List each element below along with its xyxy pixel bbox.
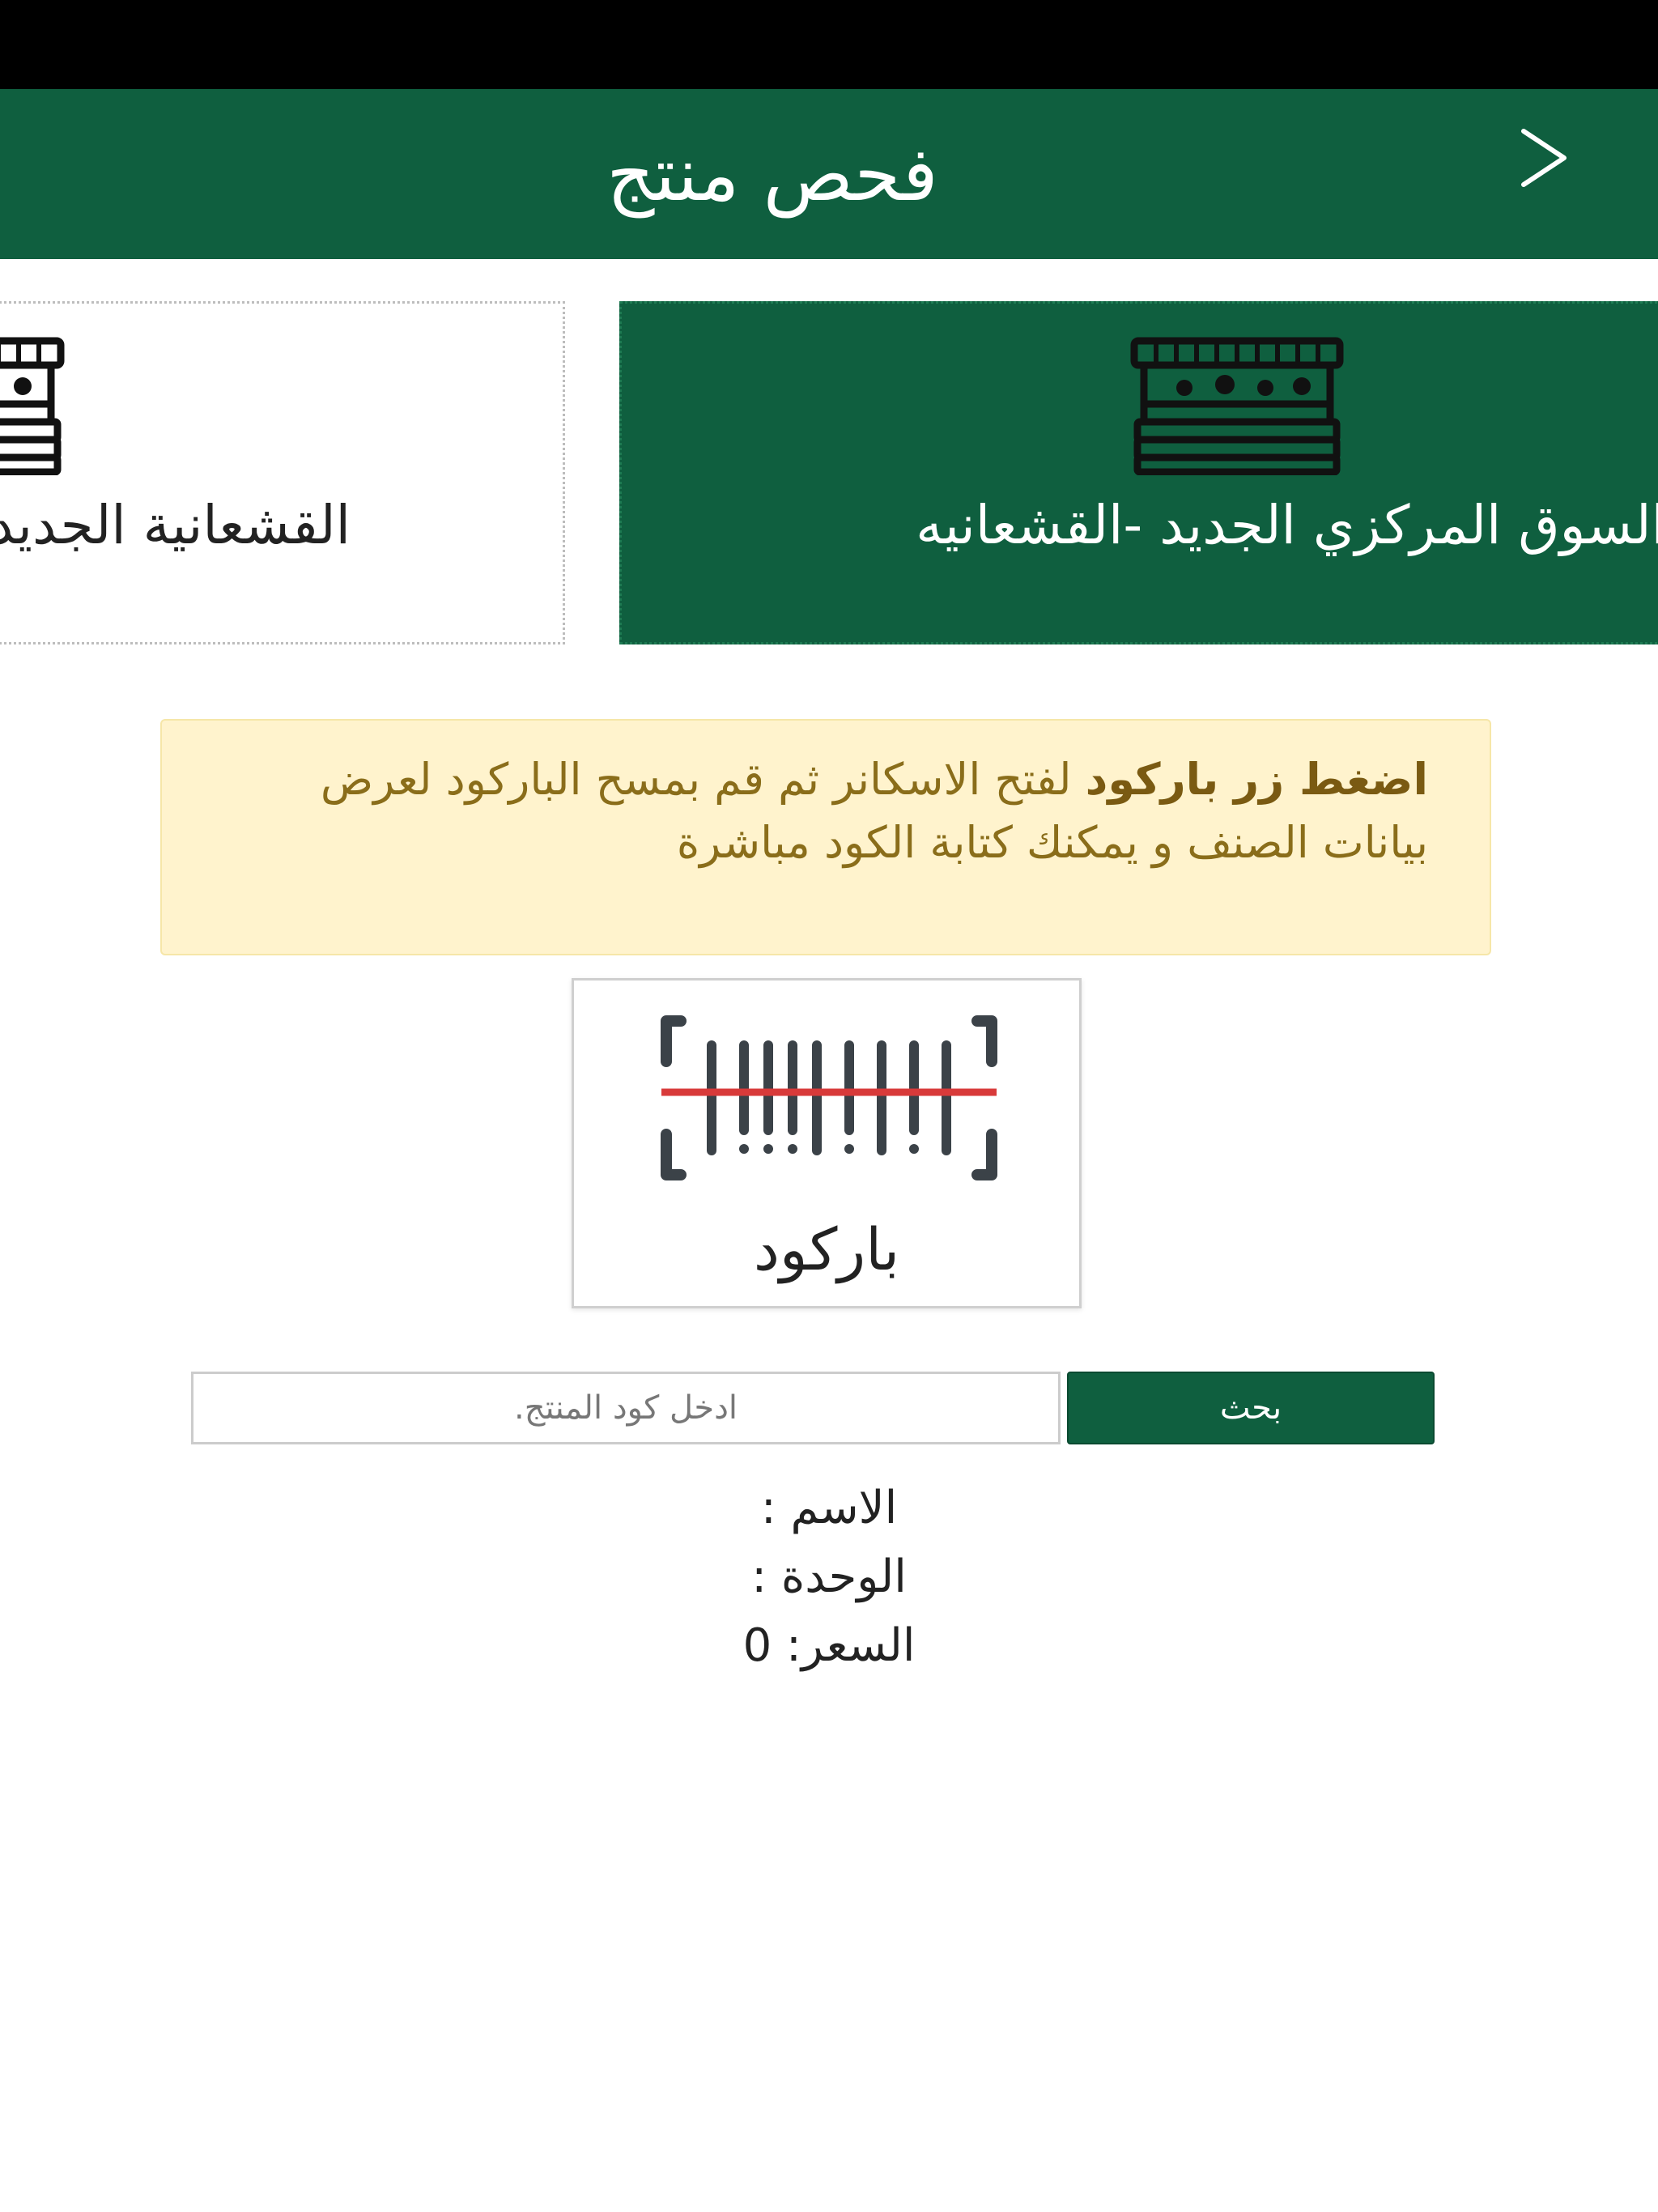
back-chevron-icon[interactable]: [1514, 121, 1579, 194]
page-title: فحص منتج: [606, 130, 938, 218]
barcode-scan-icon: [661, 1015, 997, 1180]
market-name: السوق المركزي الجديد -القشعانيه: [916, 494, 1658, 556]
result-unit: الوحدة :: [751, 1551, 907, 1603]
market-stall-icon: [0, 337, 65, 475]
market-stall-icon: [1130, 337, 1344, 475]
status-bar: [0, 0, 1658, 89]
search-row: بحث: [191, 1372, 1435, 1444]
barcode-scan-button[interactable]: باركود: [572, 978, 1082, 1308]
product-code-input[interactable]: [191, 1372, 1061, 1444]
search-button[interactable]: بحث: [1067, 1372, 1435, 1444]
barcode-button-label: باركود: [753, 1215, 900, 1283]
result-name: الاسم :: [760, 1482, 898, 1534]
app-header: فحص منتج: [0, 89, 1658, 259]
notice-bold-text: اضغط زر باركود: [1085, 754, 1428, 805]
market-name: القشعانية الجديد: [0, 494, 351, 556]
result-price: السعر: 0: [742, 1619, 916, 1672]
market-card-selected[interactable]: السوق المركزي الجديد -القشعانيه: [619, 301, 1658, 644]
market-card[interactable]: القشعانية الجديد: [0, 301, 565, 644]
instructions-notice: اضغط زر باركود لفتح الاسكانر ثم قم بمسح …: [160, 719, 1491, 955]
